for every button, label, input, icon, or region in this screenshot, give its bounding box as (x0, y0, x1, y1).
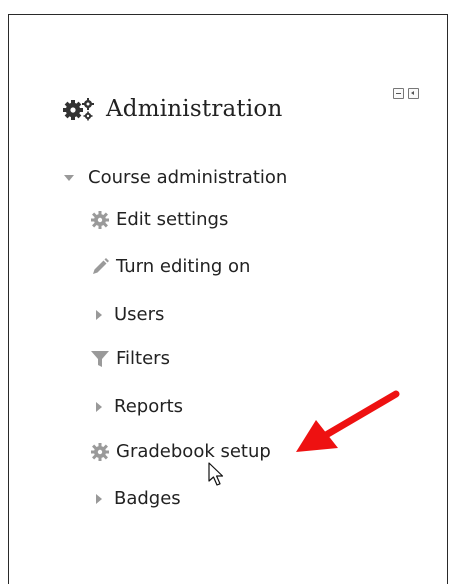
collapsed-triangle-icon (96, 493, 102, 504)
tree-item-edit-settings[interactable]: Edit settings (90, 209, 228, 230)
block-controls (393, 88, 419, 99)
tree-item-badges[interactable]: Badges (92, 488, 181, 509)
tree-item-course-administration[interactable]: Course administration (64, 167, 287, 188)
tree-item-filters[interactable]: Filters (90, 348, 170, 369)
tree-item-label: Gradebook setup (116, 441, 271, 462)
tree-item-users[interactable]: Users (92, 304, 164, 325)
pencil-icon (90, 257, 110, 277)
block-header: Administration (62, 92, 282, 126)
gear-icon (90, 442, 110, 462)
filter-icon (90, 349, 110, 369)
tree-item-reports[interactable]: Reports (92, 396, 183, 417)
gear-icon (90, 210, 110, 230)
hide-block-icon[interactable] (393, 88, 404, 99)
cogs-icon (62, 97, 96, 121)
tree-item-label: Turn editing on (116, 256, 251, 277)
collapsed-triangle-icon (96, 401, 102, 412)
tree-item-label: Filters (116, 348, 170, 369)
expanded-triangle-icon (64, 174, 74, 181)
tree-item-label: Badges (114, 488, 181, 509)
block-title: Administration (106, 96, 283, 122)
collapsed-triangle-icon (96, 309, 102, 320)
tree-item-label: Users (114, 304, 165, 325)
tree-item-label: Course administration (88, 167, 288, 188)
tree-item-label: Edit settings (116, 209, 229, 230)
tree-item-label: Reports (114, 396, 184, 417)
tree-item-gradebook-setup[interactable]: Gradebook setup (90, 441, 271, 462)
dock-block-icon[interactable] (408, 88, 419, 99)
tree-item-turn-editing-on[interactable]: Turn editing on (90, 256, 250, 277)
